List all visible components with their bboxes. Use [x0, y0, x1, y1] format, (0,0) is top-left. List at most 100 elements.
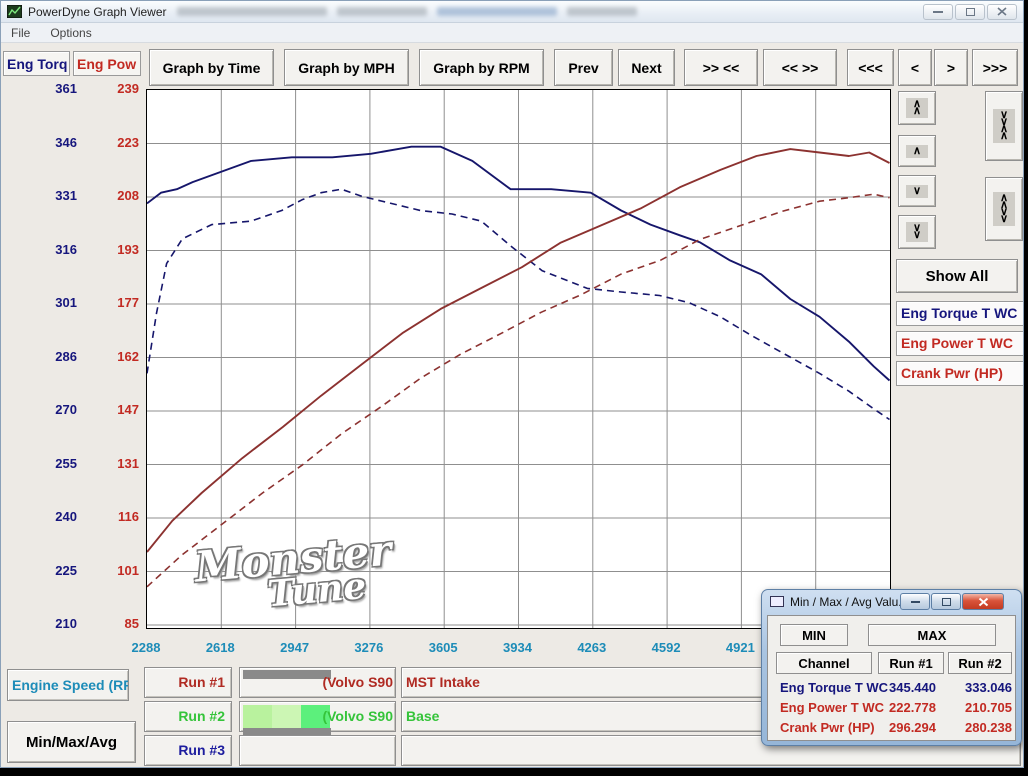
torque-tick: 361: [31, 81, 77, 96]
rpm-tick: 2618: [190, 640, 250, 655]
power-tick: 193: [93, 242, 139, 257]
show-all-button[interactable]: Show All: [896, 259, 1018, 293]
rpm-tick: 2288: [116, 640, 176, 655]
torque-tick: 316: [31, 242, 77, 257]
torque-tick: 270: [31, 402, 77, 417]
min-button[interactable]: MIN: [780, 624, 848, 646]
run1-max-value: 345.440: [846, 680, 936, 695]
scroll-right-button[interactable]: >: [934, 49, 968, 86]
menu-bar: File Options: [1, 23, 1023, 43]
run1-sample-text: (Volvo S90: [322, 674, 393, 690]
graph-by-rpm-button[interactable]: Graph by RPM: [419, 49, 544, 86]
popup-close-button[interactable]: [962, 593, 1004, 610]
legend-crank-pwr[interactable]: Crank Pwr (HP): [896, 361, 1024, 386]
y-expand-button[interactable]: ∧ ∧ ∨ ∨: [985, 177, 1023, 241]
power-tick: 101: [93, 563, 139, 578]
max-button[interactable]: MAX: [868, 624, 996, 646]
chevron-up-double-icon: ∧ ∧: [906, 98, 928, 118]
pan-down-fast-button[interactable]: ∨ ∨: [898, 215, 936, 249]
pan-down-button[interactable]: ∨: [898, 175, 936, 207]
column-header-run1: Run #1: [878, 652, 944, 674]
torque-tick: 240: [31, 509, 77, 524]
graph-by-mph-button[interactable]: Graph by MPH: [284, 49, 409, 86]
minmax-row: Eng Power T WC222.778210.705: [776, 700, 1014, 720]
chevron-down-double-icon: ∨ ∨: [906, 222, 928, 242]
expand-x-button[interactable]: << >>: [763, 49, 837, 86]
dyno-chart: [147, 90, 890, 628]
run1-gray-bar: [243, 670, 331, 679]
minmax-row: Eng Torque T WC345.440333.046: [776, 680, 1014, 700]
legend-eng-power[interactable]: Eng Power T WC: [896, 331, 1024, 356]
menu-file[interactable]: File: [1, 26, 40, 40]
run2-label[interactable]: Run #2: [144, 701, 232, 732]
power-tick: 177: [93, 295, 139, 310]
close-icon: [997, 7, 1007, 16]
chevrons-inward-icon: ∨ ∨ ∧ ∧: [993, 109, 1015, 143]
power-tick: 208: [93, 188, 139, 203]
legend-eng-torque[interactable]: Eng Torque T WC: [896, 301, 1024, 326]
window-title: PowerDyne Graph Viewer: [28, 5, 167, 19]
close-button[interactable]: [987, 4, 1017, 20]
minimize-button[interactable]: [923, 4, 953, 20]
popup-minimize-button[interactable]: [900, 593, 930, 610]
power-tick: 162: [93, 349, 139, 364]
torque-tick: 225: [31, 563, 77, 578]
power-tick: 147: [93, 402, 139, 417]
run1-sample-box[interactable]: (Volvo S90: [239, 667, 396, 698]
run2-max-value: 333.046: [940, 680, 1012, 695]
power-tick: 131: [93, 456, 139, 471]
scroll-far-right-button[interactable]: >>>: [972, 49, 1018, 86]
minmax-popup-window: Min / Max / Avg Valu... MIN MAX Channel …: [761, 589, 1022, 746]
pan-up-button[interactable]: ∧: [898, 135, 936, 167]
chevrons-outward-icon: ∧ ∧ ∨ ∨: [993, 192, 1015, 226]
tab-eng-torque[interactable]: Eng Torq: [3, 51, 70, 76]
restore-button[interactable]: [955, 4, 985, 20]
run3-label[interactable]: Run #3: [144, 735, 232, 766]
rpm-tick: 3276: [339, 640, 399, 655]
prev-button[interactable]: Prev: [554, 49, 613, 86]
run2-sample-text: (Volvo S90: [322, 708, 393, 724]
torque-tick: 286: [31, 349, 77, 364]
power-tick: 85: [93, 616, 139, 631]
tab-eng-power[interactable]: Eng Pow: [73, 51, 141, 76]
popup-title: Min / Max / Avg Valu...: [790, 595, 908, 609]
collapse-x-button[interactable]: >> <<: [684, 49, 758, 86]
torque-tick: 210: [31, 616, 77, 631]
run3-sample-box[interactable]: [239, 735, 396, 766]
popup-maximize-button[interactable]: [931, 593, 961, 610]
power-tick: 116: [93, 509, 139, 524]
redacted-text: [437, 7, 557, 16]
y-collapse-button[interactable]: ∨ ∨ ∧ ∧: [985, 91, 1023, 161]
run1-max-value: 222.778: [846, 700, 936, 715]
power-tick: 223: [93, 135, 139, 150]
run2-max-value: 210.705: [940, 700, 1012, 715]
run1-max-value: 296.294: [846, 720, 936, 735]
min-max-avg-button[interactable]: Min/Max/Avg: [7, 721, 136, 763]
engine-speed-channel[interactable]: Engine Speed (RP: [7, 669, 129, 701]
app-icon: [7, 5, 22, 18]
scroll-left-button[interactable]: <: [898, 49, 932, 86]
torque-tick: 331: [31, 188, 77, 203]
graph-by-time-button[interactable]: Graph by Time: [149, 49, 274, 86]
column-header-run2: Run #2: [948, 652, 1012, 674]
column-header-channel: Channel: [776, 652, 872, 674]
chevron-up-icon: ∧: [906, 145, 928, 158]
torque-tick: 301: [31, 295, 77, 310]
redacted-text: [177, 7, 327, 16]
rpm-tick: 2947: [265, 640, 325, 655]
rpm-tick: 4592: [636, 640, 696, 655]
run2-max-value: 280.238: [940, 720, 1012, 735]
scroll-far-left-button[interactable]: <<<: [847, 49, 894, 86]
next-button[interactable]: Next: [618, 49, 675, 86]
pan-up-fast-button[interactable]: ∧ ∧: [898, 91, 936, 125]
run2-sample-box[interactable]: (Volvo S90: [239, 701, 396, 732]
torque-tick: 255: [31, 456, 77, 471]
run1-label[interactable]: Run #1: [144, 667, 232, 698]
rpm-tick: 3934: [488, 640, 548, 655]
menu-options[interactable]: Options: [40, 26, 101, 40]
chevron-down-icon: ∨: [906, 185, 928, 198]
rpm-tick: 3605: [413, 640, 473, 655]
color-swatch: [243, 705, 272, 729]
plot-area[interactable]: [146, 89, 891, 629]
redacted-text: [567, 7, 637, 16]
